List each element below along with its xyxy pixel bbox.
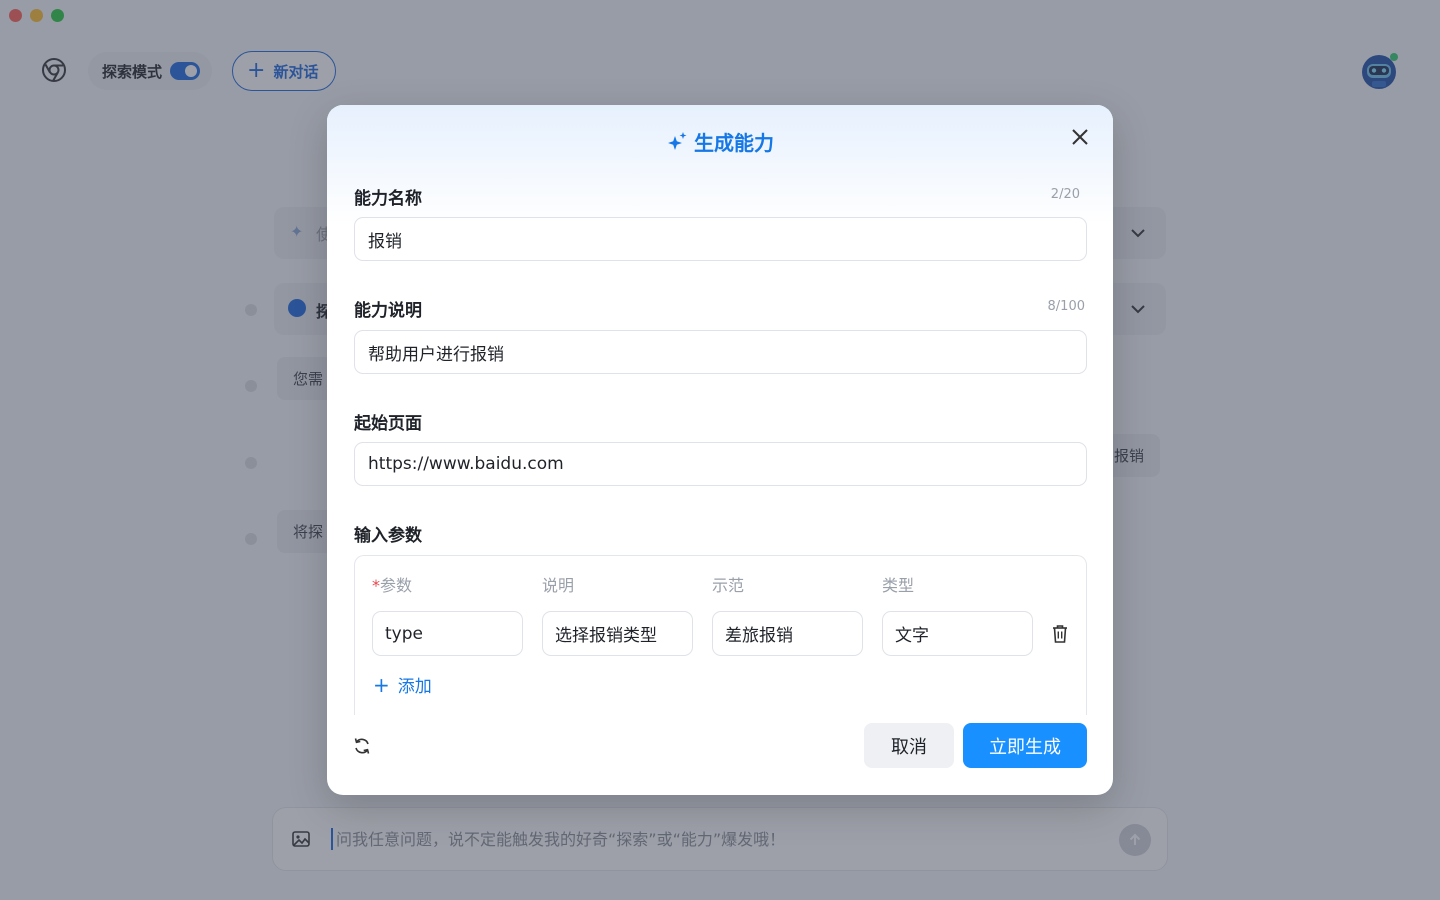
ability-name-field[interactable]: [354, 217, 1087, 261]
start-page-label: 起始页面: [354, 414, 422, 434]
param-example-input[interactable]: [725, 623, 850, 644]
params-table: *参数 说明 示范 类型 + 添加: [354, 555, 1087, 715]
refresh-icon[interactable]: [352, 736, 372, 756]
ability-desc-input[interactable]: [368, 342, 1073, 362]
input-params-label: 输入参数: [354, 526, 422, 546]
col-head-type: 类型: [882, 576, 915, 595]
ability-desc-counter: 8/100: [1047, 299, 1085, 314]
param-desc-input[interactable]: [555, 623, 680, 644]
ability-desc-label: 能力说明: [354, 301, 422, 321]
param-type-field[interactable]: [882, 611, 1033, 656]
col-head-example: 示范: [712, 576, 745, 595]
close-icon[interactable]: [1069, 126, 1091, 148]
dialog-header-gradient: [327, 105, 1113, 225]
generate-ability-dialog: 生成能力 能力名称 2/20 能力说明 8/100 起始页面 输入参数 *参数 …: [327, 105, 1113, 795]
dialog-title: 生成能力: [327, 127, 1113, 155]
col-head-param: *参数: [372, 576, 413, 595]
ability-name-counter: 2/20: [1050, 187, 1080, 202]
col-head-desc: 说明: [542, 576, 575, 595]
generate-now-button[interactable]: 立即生成: [963, 723, 1087, 768]
param-type-input[interactable]: [895, 623, 1020, 644]
ability-name-label: 能力名称: [354, 189, 422, 209]
ability-name-input[interactable]: [368, 229, 1073, 249]
start-page-input[interactable]: [368, 454, 1073, 474]
param-name-input[interactable]: [385, 623, 510, 644]
add-param-button[interactable]: + 添加: [373, 672, 432, 698]
sparkle-icon: [668, 132, 687, 150]
trash-icon[interactable]: [1051, 624, 1069, 644]
start-page-field[interactable]: [354, 442, 1087, 486]
param-name-field[interactable]: [372, 611, 523, 656]
ability-desc-field[interactable]: [354, 330, 1087, 374]
param-desc-field[interactable]: [542, 611, 693, 656]
plus-icon: +: [373, 672, 390, 697]
cancel-button[interactable]: 取消: [864, 723, 954, 768]
param-example-field[interactable]: [712, 611, 863, 656]
